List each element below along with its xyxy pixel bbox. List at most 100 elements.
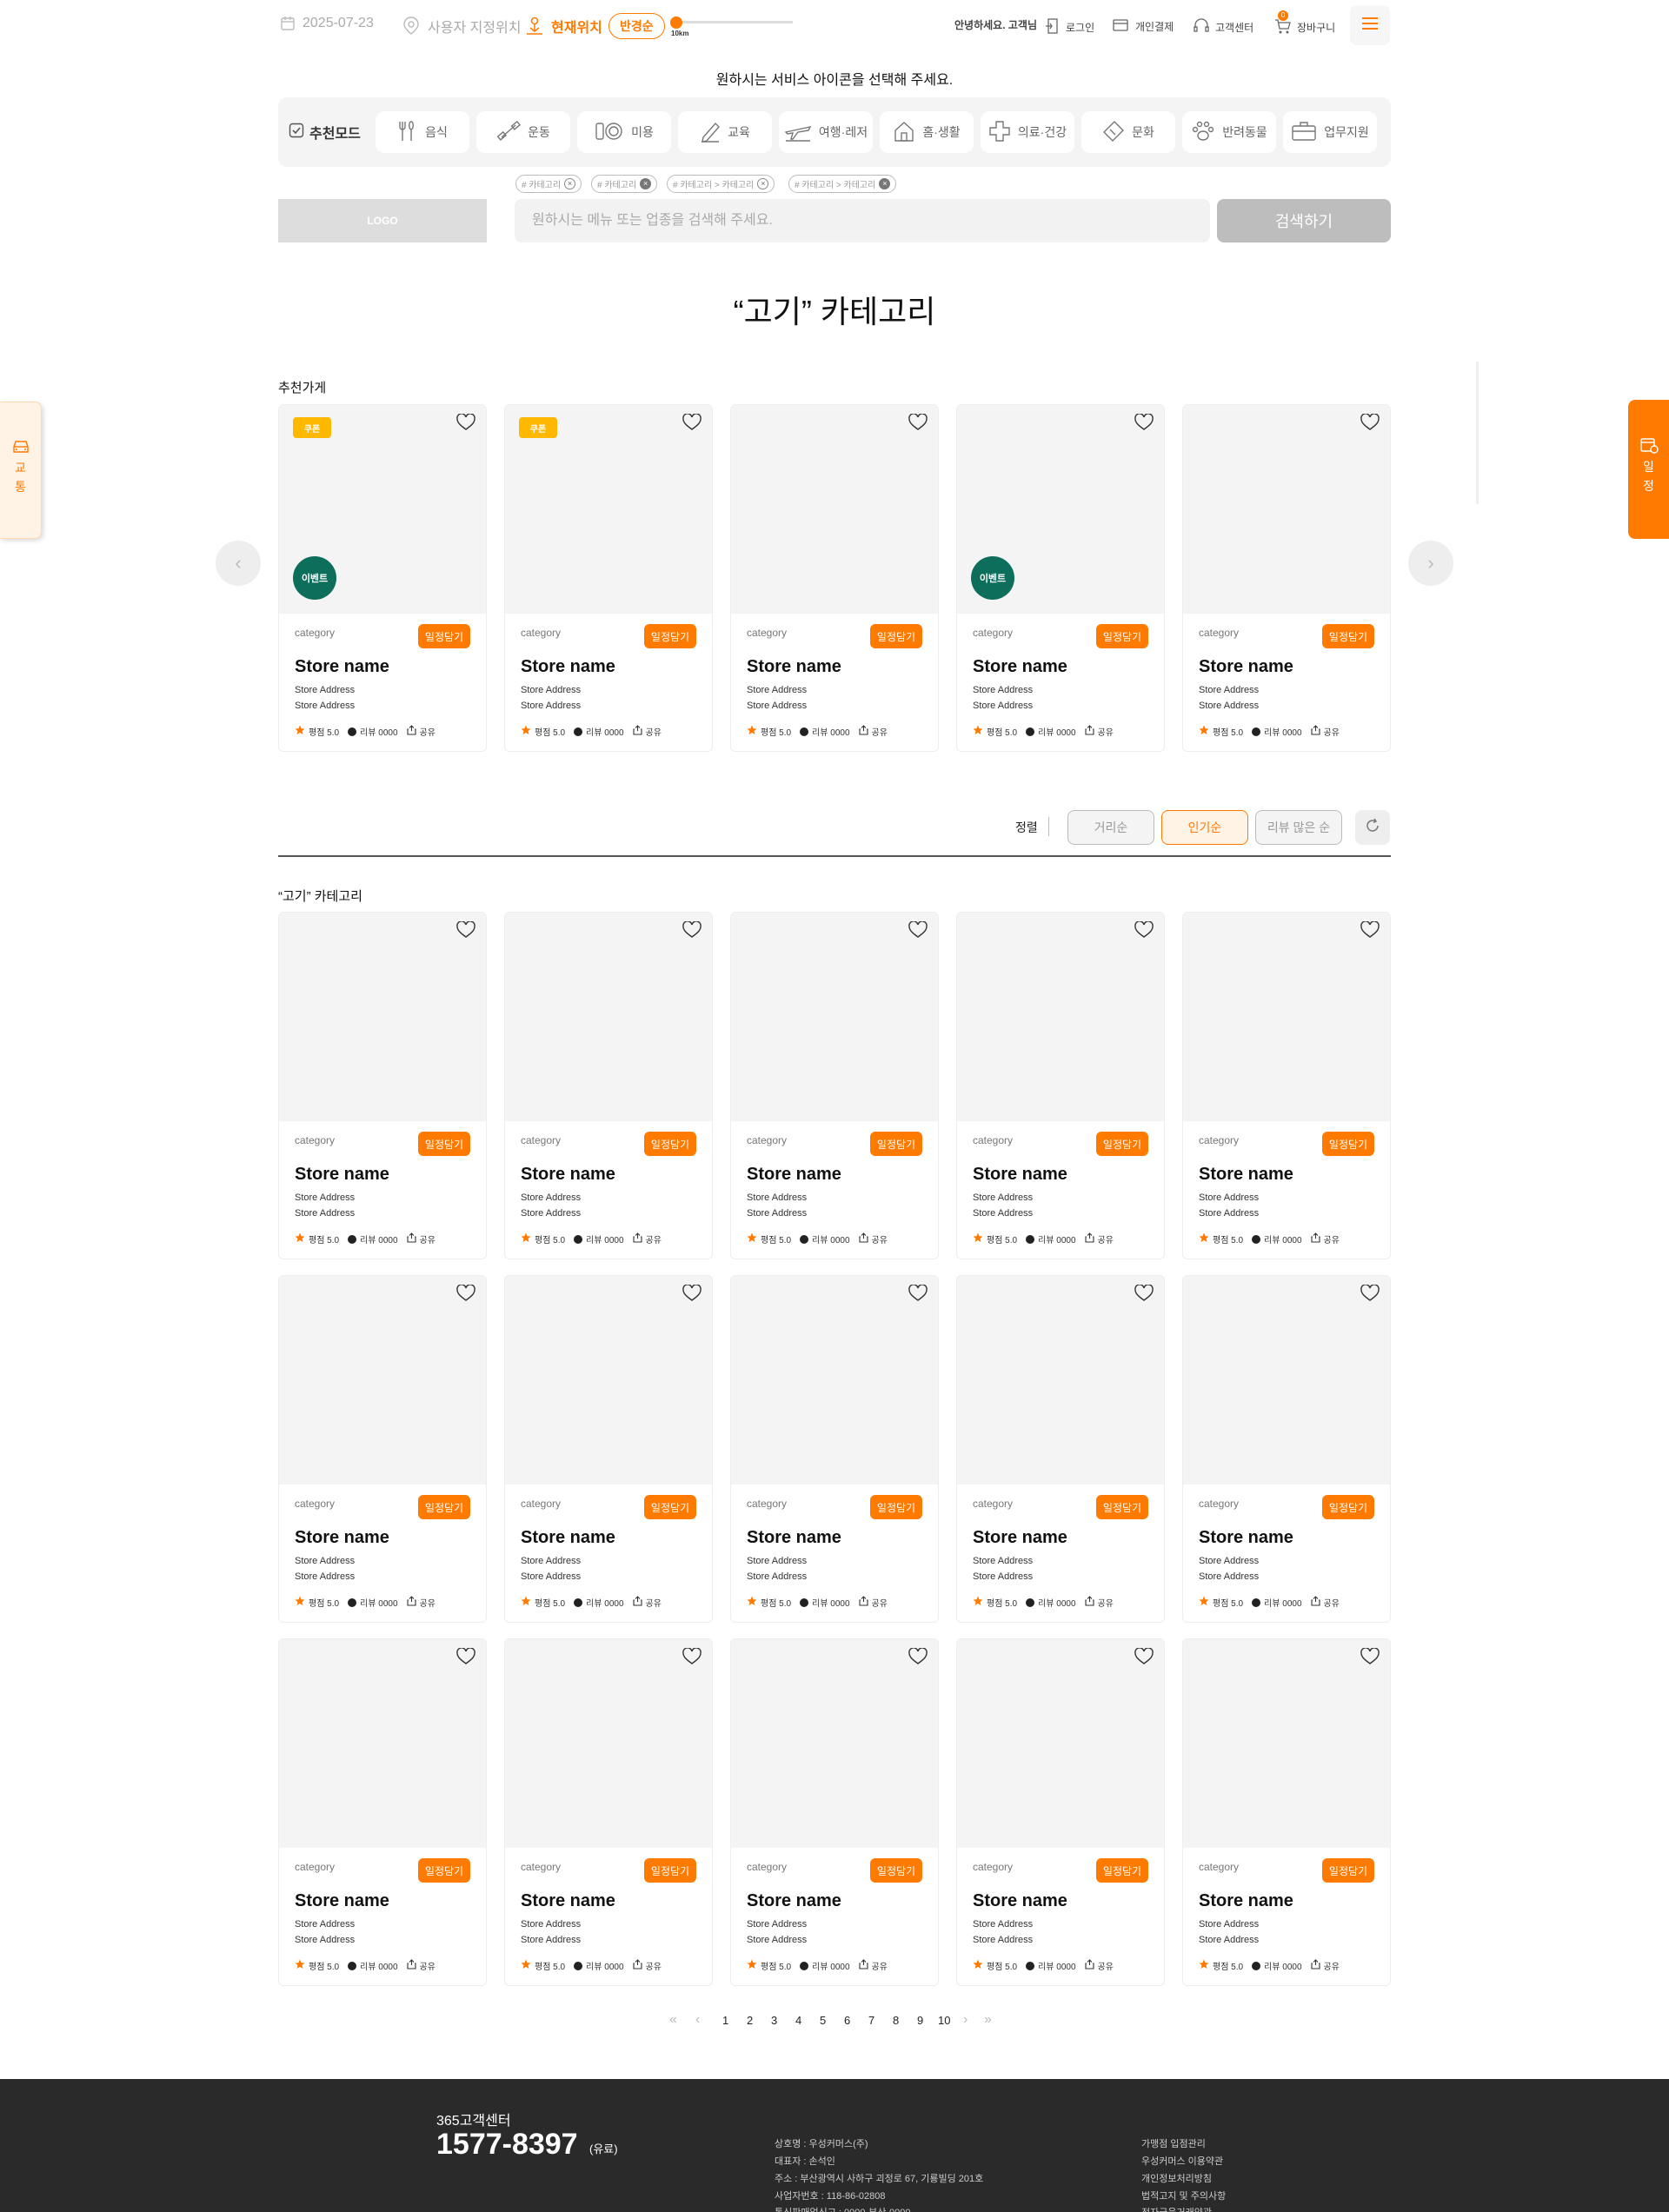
heart-icon[interactable] — [1134, 1284, 1154, 1306]
store-image[interactable] — [1183, 1639, 1390, 1848]
share-button[interactable]: 공유 — [1084, 725, 1114, 738]
page-number[interactable]: 2 — [747, 2014, 753, 2027]
search-button[interactable]: 검색하기 — [1217, 199, 1391, 242]
share-button[interactable]: 공유 — [858, 1959, 888, 1972]
add-to-schedule-button[interactable]: 일정담기 — [1096, 1858, 1148, 1883]
store-card[interactable]: category 일정담기 Store name Store Address Store… — [278, 1638, 487, 1986]
heart-icon[interactable] — [1134, 413, 1154, 435]
user-location-button[interactable]: 사용자 지정위치 — [402, 16, 522, 37]
store-card[interactable]: 쿠폰 이벤트 category 일정담기 Store name Store Address… — [278, 404, 487, 752]
page-number[interactable]: 6 — [844, 2014, 850, 2027]
share-button[interactable]: 공유 — [406, 725, 436, 738]
category-business[interactable]: 업무지원 — [1283, 111, 1377, 153]
store-image[interactable] — [1183, 913, 1390, 1121]
store-name[interactable]: Store name — [973, 1891, 1067, 1911]
next-page-icon[interactable]: › — [963, 2012, 967, 2028]
heart-icon[interactable] — [682, 920, 702, 943]
footer-link[interactable]: 우성커머스 이용약관 — [1141, 2154, 1223, 2168]
store-name[interactable]: Store name — [521, 657, 615, 677]
heart-icon[interactable] — [908, 920, 928, 943]
schedule-side-tab[interactable]: 일 정 — [1628, 400, 1669, 539]
store-name[interactable]: Store name — [521, 1165, 615, 1185]
store-card[interactable]: category 일정담기 Store name Store Address Store… — [730, 912, 939, 1259]
add-to-schedule-button[interactable]: 일정담기 — [1322, 624, 1374, 648]
sort-reviews-button[interactable]: 리뷰 많은 순 — [1255, 810, 1342, 845]
store-image[interactable] — [279, 1276, 486, 1485]
tag-close-icon[interactable]: × — [879, 178, 891, 189]
search-tag[interactable]: # 카테고리 × — [591, 175, 658, 193]
share-button[interactable]: 공유 — [632, 1232, 662, 1245]
add-to-schedule-button[interactable]: 일정담기 — [644, 1858, 696, 1883]
logo[interactable]: LOGO — [278, 199, 487, 242]
transport-side-tab[interactable]: 교 통 — [0, 402, 42, 539]
carousel-prev-button[interactable]: ‹ — [216, 541, 261, 586]
tag-close-icon[interactable]: × — [564, 178, 576, 189]
tag-close-icon[interactable]: × — [640, 178, 652, 189]
category-travel[interactable]: 여행·레저 — [779, 111, 873, 153]
radius-slider-track[interactable] — [675, 21, 793, 23]
category-home[interactable]: 홈·생활 — [880, 111, 974, 153]
share-button[interactable]: 공유 — [406, 1232, 436, 1245]
share-button[interactable]: 공유 — [1310, 1232, 1340, 1245]
store-name[interactable]: Store name — [295, 1528, 389, 1548]
share-button[interactable]: 공유 — [1310, 1596, 1340, 1609]
store-card[interactable]: category 일정담기 Store name Store Address Store… — [1182, 1638, 1391, 1986]
store-card[interactable]: category 일정담기 Store name Store Address Store… — [504, 1275, 713, 1623]
store-name[interactable]: Store name — [1199, 1528, 1293, 1548]
heart-icon[interactable] — [456, 1647, 475, 1670]
footer-link[interactable]: 가맹점 입점관리 — [1141, 2136, 1206, 2150]
page-number[interactable]: 5 — [820, 2014, 826, 2027]
search-tag[interactable]: # 카테고리 > 카테고리 × — [667, 175, 775, 193]
store-name[interactable]: Store name — [747, 1528, 841, 1548]
add-to-schedule-button[interactable]: 일정담기 — [1096, 1495, 1148, 1519]
store-name[interactable]: Store name — [1199, 1891, 1293, 1911]
category-medical[interactable]: 의료·건강 — [981, 111, 1074, 153]
footer-link[interactable]: 개인정보처리방침 — [1141, 2171, 1212, 2185]
add-to-schedule-button[interactable]: 일정담기 — [870, 1132, 922, 1156]
store-card[interactable]: category 일정담기 Store name Store Address Store… — [278, 912, 487, 1259]
store-name[interactable]: Store name — [1199, 1165, 1293, 1185]
store-card[interactable]: category 일정담기 Store name Store Address Store… — [956, 912, 1165, 1259]
store-card[interactable]: 쿠폰 category 일정담기 Store name Store Address Sto… — [504, 404, 713, 752]
add-to-schedule-button[interactable]: 일정담기 — [644, 624, 696, 648]
footer-link[interactable]: 전자금융거래약관 — [1141, 2205, 1212, 2212]
store-name[interactable]: Store name — [747, 1891, 841, 1911]
sort-popular-button[interactable]: 인기순 — [1161, 810, 1248, 845]
share-button[interactable]: 공유 — [632, 1596, 662, 1609]
heart-icon[interactable] — [682, 413, 702, 435]
heart-icon[interactable] — [456, 413, 475, 435]
store-image[interactable] — [731, 913, 938, 1121]
share-button[interactable]: 공유 — [632, 1959, 662, 1972]
store-name[interactable]: Store name — [1199, 657, 1293, 677]
add-to-schedule-button[interactable]: 일정담기 — [418, 1858, 470, 1883]
first-page-icon[interactable]: « — [669, 2012, 677, 2028]
heart-icon[interactable] — [456, 920, 475, 943]
share-button[interactable]: 공유 — [858, 1596, 888, 1609]
page-number[interactable]: 8 — [893, 2014, 899, 2027]
last-page-icon[interactable]: » — [984, 2012, 992, 2028]
store-image[interactable] — [957, 913, 1164, 1121]
store-card[interactable]: category 일정담기 Store name Store Address Store… — [1182, 912, 1391, 1259]
store-name[interactable]: Store name — [973, 1165, 1067, 1185]
store-image[interactable] — [1183, 1276, 1390, 1485]
carousel-next-button[interactable]: › — [1408, 541, 1453, 586]
heart-icon[interactable] — [456, 1284, 475, 1306]
share-button[interactable]: 공유 — [858, 1232, 888, 1245]
store-name[interactable]: Store name — [747, 657, 841, 677]
footer-link[interactable]: 법적고지 및 주의사항 — [1141, 2189, 1226, 2202]
store-image[interactable] — [731, 1639, 938, 1848]
login-link[interactable]: 로그인 — [1045, 17, 1094, 37]
add-to-schedule-button[interactable]: 일정담기 — [418, 1495, 470, 1519]
store-image[interactable] — [1183, 405, 1390, 614]
search-input[interactable] — [515, 199, 1210, 242]
category-exercise[interactable]: 운동 — [476, 111, 570, 153]
category-culture[interactable]: 문화 — [1081, 111, 1175, 153]
store-name[interactable]: Store name — [295, 1891, 389, 1911]
share-button[interactable]: 공유 — [632, 725, 662, 738]
share-button[interactable]: 공유 — [406, 1596, 436, 1609]
heart-icon[interactable] — [682, 1647, 702, 1670]
add-to-schedule-button[interactable]: 일정담기 — [1322, 1495, 1374, 1519]
customer-center-link[interactable]: 고객센터 — [1193, 17, 1253, 37]
heart-icon[interactable] — [1360, 920, 1380, 943]
store-card[interactable]: category 일정담기 Store name Store Address Store… — [504, 912, 713, 1259]
